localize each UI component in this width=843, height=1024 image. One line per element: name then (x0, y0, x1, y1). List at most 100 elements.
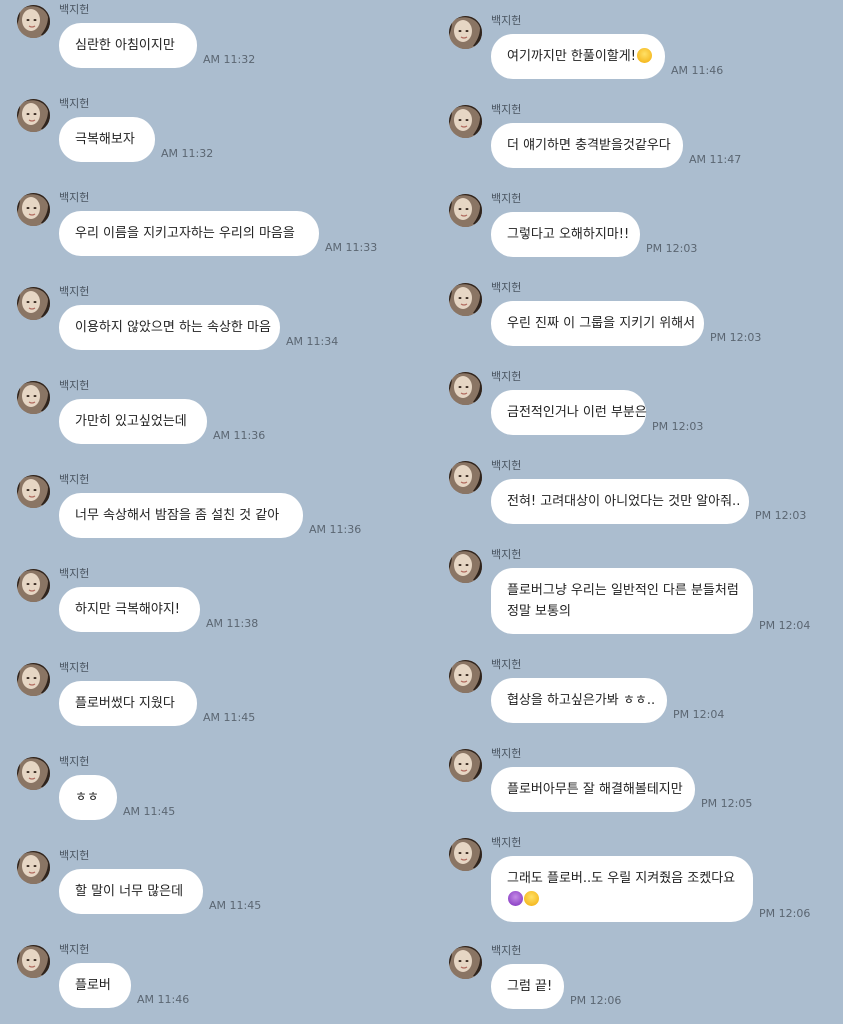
avatar[interactable] (17, 945, 50, 978)
message-bubble[interactable]: 극복해보자 (59, 117, 155, 162)
message-time: PM 12:03 (710, 331, 762, 344)
message-bubble[interactable]: 그럼 끝! (491, 964, 564, 1009)
message-bubble[interactable]: 플로버썼다 지웠다 (59, 681, 197, 726)
message-row: 백지헌 그렇다고 오해하지마!! PM 12:03 (432, 192, 843, 272)
message-bubble[interactable]: 협상을 하고싶은가봐 ㅎㅎ.. (491, 678, 667, 723)
message-text: 협상을 하고싶은가봐 ㅎㅎ.. (507, 693, 656, 708)
sender-name: 백지헌 (59, 661, 90, 674)
message-text: 여기까지만 한풀이할게! (507, 49, 636, 64)
message-bubble[interactable]: 이용하지 않았으면 하는 속상한 마음 (59, 305, 280, 350)
avatar[interactable] (449, 749, 482, 782)
message-text: 너무 속상해서 밤잠을 좀 설친 것 같아 (75, 508, 280, 523)
devil-emoji-icon (508, 891, 523, 906)
sender-name: 백지헌 (491, 14, 522, 27)
message-row: 백지헌너무 속상해서 밤잠을 좀 설친 것 같아 AM 11:36 (0, 473, 421, 553)
sender-name: 백지헌 (491, 548, 522, 561)
message-bubble[interactable]: 너무 속상해서 밤잠을 좀 설친 것 같아 (59, 493, 303, 538)
avatar[interactable] (449, 194, 482, 227)
message-bubble[interactable]: 플로버 (59, 963, 131, 1008)
sender-name: 백지헌 (491, 658, 522, 671)
message-bubble[interactable]: 더 얘기하면 충격받을것같우다 (491, 123, 683, 168)
avatar[interactable] (17, 851, 50, 884)
avatar[interactable] (17, 569, 50, 602)
message-bubble[interactable]: 가만히 있고싶었는데 (59, 399, 207, 444)
sender-name: 백지헌 (491, 281, 522, 294)
message-row: 백지헌여기까지만 한풀이할게! AM 11:46 (432, 14, 843, 94)
message-text: 극복해보자 (75, 132, 135, 147)
message-bubble[interactable]: 전혀! 고려대상이 아니었다는 것만 알아줘.. (491, 479, 749, 524)
sender-name: 백지헌 (59, 567, 90, 580)
avatar[interactable] (17, 381, 50, 414)
message-time: AM 11:36 (309, 523, 362, 536)
message-text: 그렇다고 오해하지마!! (507, 227, 630, 242)
message-row: 백지헌우리 이름을 지키고자하는 우리의 마음을 AM 11:33 (0, 191, 421, 271)
avatar[interactable] (449, 105, 482, 138)
message-bubble[interactable]: 그래도 플로버..도 우릴 지켜줬음 조켔다요 (491, 856, 753, 922)
message-bubble[interactable]: 그렇다고 오해하지마!! (491, 212, 640, 257)
message-bubble[interactable]: 플로버그냥 우리는 일반적인 다른 분들처럼 정말 보통의 (491, 568, 753, 634)
message-time: PM 12:03 (755, 509, 807, 522)
sender-name: 백지헌 (59, 3, 90, 16)
message-time: AM 11:45 (123, 805, 176, 818)
message-time: AM 11:32 (203, 53, 256, 66)
avatar[interactable] (449, 838, 482, 871)
message-row: 백지헌전혀! 고려대상이 아니었다는 것만 알아줘.. PM 12:03 (432, 459, 843, 539)
message-row: 백지헌심란한 아침이지만 AM 11:32 (0, 3, 421, 83)
sender-name: 백지헌 (491, 103, 522, 116)
message-text: 플로버아무튼 잘 해결해볼테지만 (507, 782, 683, 797)
message-row: 백지헌더 얘기하면 충격받을것같우다 AM 11:47 (432, 103, 843, 183)
sender-name: 백지헌 (59, 755, 90, 768)
message-time: AM 11:33 (325, 241, 378, 254)
avatar[interactable] (449, 283, 482, 316)
message-bubble[interactable]: 심란한 아침이지만 (59, 23, 197, 68)
avatar[interactable] (17, 99, 50, 132)
avatar[interactable] (17, 757, 50, 790)
message-bubble[interactable]: 할 말이 너무 많은데 (59, 869, 203, 914)
avatar[interactable] (17, 5, 50, 38)
avatar[interactable] (449, 372, 482, 405)
message-time: AM 11:45 (203, 711, 256, 724)
message-row: 백지헌 그럼 끝! PM 12:06 (432, 944, 843, 1024)
message-text: 심란한 아침이지만 (75, 38, 175, 53)
message-text: 하지만 극복해야지! (75, 602, 181, 617)
sender-name: 백지헌 (59, 473, 90, 486)
avatar[interactable] (449, 550, 482, 583)
sender-name: 백지헌 (59, 97, 90, 110)
message-time: PM 12:05 (701, 797, 753, 810)
sender-name: 백지헌 (491, 370, 522, 383)
sender-name: 백지헌 (491, 836, 522, 849)
message-time: AM 11:36 (213, 429, 266, 442)
message-row: 백지헌 플로버아무튼 잘 해결해볼테지만 PM 12:05 (432, 747, 843, 827)
avatar[interactable] (449, 461, 482, 494)
message-row: 백지헌우린 진짜 이 그룹을 지키기 위해서 PM 12:03 (432, 281, 843, 361)
avatar[interactable] (449, 660, 482, 693)
message-bubble[interactable]: 여기까지만 한풀이할게! (491, 34, 665, 79)
message-time: AM 11:47 (689, 153, 742, 166)
avatar[interactable] (17, 287, 50, 320)
avatar[interactable] (17, 193, 50, 226)
message-time: AM 11:46 (671, 64, 724, 77)
message-bubble[interactable]: 우린 진짜 이 그룹을 지키기 위해서 (491, 301, 704, 346)
message-text: 그래도 플로버..도 우릴 지켜줬음 조켔다요 (507, 871, 736, 886)
avatar[interactable] (17, 475, 50, 508)
message-bubble[interactable]: 하지만 극복해야지! (59, 587, 200, 632)
message-text: 그럼 끝! (507, 979, 553, 994)
message-text: 우리 이름을 지키고자하는 우리의 마음을 (75, 226, 295, 241)
message-text: 우린 진짜 이 그룹을 지키기 위해서 (507, 316, 696, 331)
message-bubble[interactable]: 금전적인거나 이런 부분은 (491, 390, 647, 435)
message-time: AM 11:38 (206, 617, 259, 630)
message-bubble[interactable]: ㅎㅎ (59, 775, 117, 820)
avatar[interactable] (449, 946, 482, 979)
message-text-line2: 정말 보통의 (507, 604, 571, 619)
sender-name: 백지헌 (491, 459, 522, 472)
message-time: AM 11:46 (137, 993, 190, 1006)
smile-emoji-icon (524, 891, 539, 906)
message-row: 백지헌 플로버그냥 우리는 일반적인 다른 분들처럼 정말 보통의 PM 12:04 (432, 548, 843, 634)
avatar[interactable] (449, 16, 482, 49)
message-bubble[interactable]: 플로버아무튼 잘 해결해볼테지만 (491, 767, 695, 812)
sender-name: 백지헌 (59, 191, 90, 204)
avatar[interactable] (17, 663, 50, 696)
message-row: 백지헌플로버썼다 지웠다 AM 11:45 (0, 661, 421, 741)
message-time: PM 12:03 (646, 242, 698, 255)
message-bubble[interactable]: 우리 이름을 지키고자하는 우리의 마음을 (59, 211, 319, 256)
